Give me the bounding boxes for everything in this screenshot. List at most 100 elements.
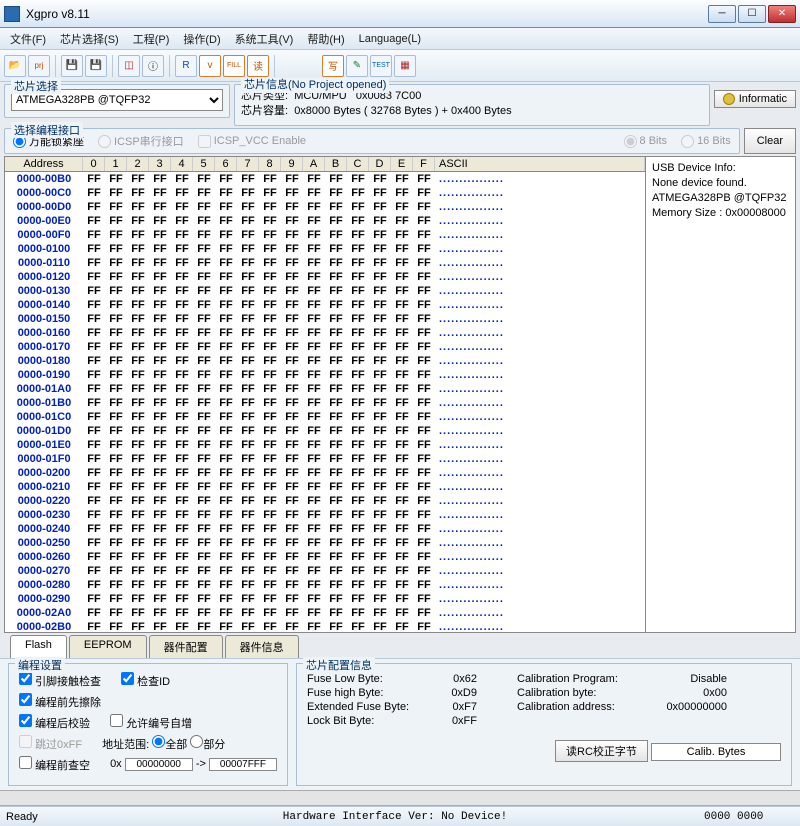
radio-all[interactable]: 全部	[152, 739, 187, 751]
write-icon[interactable]: 写	[322, 55, 344, 77]
tabs: Flash EEPROM 器件配置 器件信息	[0, 635, 800, 658]
status-ready: Ready	[6, 811, 86, 823]
calib-box: Calib. Bytes	[651, 743, 781, 761]
information-button[interactable]: Informatic	[714, 90, 796, 108]
hex-row[interactable]: 0000-0280FFFFFFFFFFFFFFFFFFFFFFFFFFFFFFF…	[5, 578, 645, 592]
hex-row[interactable]: 0000-0130FFFFFFFFFFFFFFFFFFFFFFFFFFFFFFF…	[5, 284, 645, 298]
menu-language[interactable]: Language(L)	[355, 31, 425, 47]
menu-file[interactable]: 文件(F)	[6, 29, 50, 49]
read-icon[interactable]: R	[175, 55, 197, 77]
hex-row[interactable]: 0000-0100FFFFFFFFFFFFFFFFFFFFFFFFFFFFFFF…	[5, 242, 645, 256]
hex-row[interactable]: 0000-0200FFFFFFFFFFFFFFFFFFFFFFFFFFFFFFF…	[5, 466, 645, 480]
chip-info-group: 芯片信息(No Project opened) 芯片类型: MCU/MPU 0x…	[234, 84, 710, 126]
check-erase[interactable]: 编程前先擦除	[19, 693, 101, 710]
hex-row[interactable]: 0000-0240FFFFFFFFFFFFFFFFFFFFFFFFFFFFFFF…	[5, 522, 645, 536]
hex-row[interactable]: 0000-02A0FFFFFFFFFFFFFFFFFFFFFFFFFFFFFFF…	[5, 606, 645, 620]
check-id[interactable]: 检查ID	[121, 672, 170, 689]
hex-row[interactable]: 0000-0250FFFFFFFFFFFFFFFFFFFFFFFFFFFFFFF…	[5, 536, 645, 550]
radio-part[interactable]: 部分	[190, 739, 225, 751]
check-icon[interactable]: ✎	[346, 55, 368, 77]
check-autoincr[interactable]: 允许编号自增	[110, 714, 192, 731]
menubar: 文件(F) 芯片选择(S) 工程(P) 操作(D) 系统工具(V) 帮助(H) …	[0, 28, 800, 50]
window-title: Xgpro v8.11	[26, 7, 708, 21]
hex-row[interactable]: 0000-0270FFFFFFFFFFFFFFFFFFFFFFFFFFFFFFF…	[5, 564, 645, 578]
hex-row[interactable]: 0000-00D0FFFFFFFFFFFFFFFFFFFFFFFFFFFFFFF…	[5, 200, 645, 214]
hex-row[interactable]: 0000-0120FFFFFFFFFFFFFFFFFFFFFFFFFFFFFFF…	[5, 270, 645, 284]
hex-row[interactable]: 0000-0220FFFFFFFFFFFFFFFFFFFFFFFFFFFFFFF…	[5, 494, 645, 508]
prj-icon[interactable]: prj	[28, 55, 50, 77]
hex-row[interactable]: 0000-0210FFFFFFFFFFFFFFFFFFFFFFFFFFFFFFF…	[5, 480, 645, 494]
info-icon[interactable]: ⓘ	[142, 55, 164, 77]
hex-row[interactable]: 0000-01D0FFFFFFFFFFFFFFFFFFFFFFFFFFFFFFF…	[5, 424, 645, 438]
titlebar: Xgpro v8.11 ─ ☐ ✕	[0, 0, 800, 28]
save2-icon[interactable]: 💾	[85, 55, 107, 77]
status-right: 0000 0000	[704, 811, 794, 823]
device-info-panel: USB Device Info: None device found. ATME…	[646, 156, 796, 633]
maximize-button[interactable]: ☐	[738, 5, 766, 23]
radio-icsp: ICSP串行接口	[98, 133, 184, 149]
erase-icon[interactable]: ▦	[394, 55, 416, 77]
program-settings-group: 编程设置 引脚接触检查 检查ID 编程前先擦除 编程后校验 允许编号自增 跳过0…	[8, 663, 288, 786]
check-pin[interactable]: 引脚接触检查	[19, 672, 101, 689]
read-calib-button[interactable]: 读RC校正字节	[555, 740, 648, 762]
hex-row[interactable]: 0000-00B0FFFFFFFFFFFFFFFFFFFFFFFFFFFFFFF…	[5, 172, 645, 186]
hex-row[interactable]: 0000-00F0FFFFFFFFFFFFFFFFFFFFFFFFFFFFFFF…	[5, 228, 645, 242]
hex-row[interactable]: 0000-0170FFFFFFFFFFFFFFFFFFFFFFFFFFFFFFF…	[5, 340, 645, 354]
check-skipff: 跳过0xFF	[19, 735, 82, 752]
radio-8bits: 8 Bits	[624, 135, 668, 148]
hex-row[interactable]: 0000-0110FFFFFFFFFFFFFFFFFFFFFFFFFFFFFFF…	[5, 256, 645, 270]
hex-row[interactable]: 0000-01B0FFFFFFFFFFFFFFFFFFFFFFFFFFFFFFF…	[5, 396, 645, 410]
hex-header: Address 0123456789ABCDEF ASCII	[5, 157, 645, 172]
menu-help[interactable]: 帮助(H)	[303, 29, 348, 49]
hex-row[interactable]: 0000-0260FFFFFFFFFFFFFFFFFFFFFFFFFFFFFFF…	[5, 550, 645, 564]
tab-flash[interactable]: Flash	[10, 635, 67, 658]
hex-row[interactable]: 0000-00C0FFFFFFFFFFFFFFFFFFFFFFFFFFFFFFF…	[5, 186, 645, 200]
chip-icon[interactable]: ◫	[118, 55, 140, 77]
test-icon[interactable]: TEST	[370, 55, 392, 77]
hex-row[interactable]: 0000-0150FFFFFFFFFFFFFFFFFFFFFFFFFFFFFFF…	[5, 312, 645, 326]
status-hardware: Hardware Interface Ver: No Device!	[86, 811, 704, 823]
radio-16bits: 16 Bits	[681, 135, 731, 148]
chip-config-group: 芯片配置信息 Fuse Low Byte:0x62 Fuse high Byte…	[296, 663, 792, 786]
interface-group: 选择编程接口 万能锁紧座 ICSP串行接口 ICSP_VCC Enable 8 …	[4, 128, 740, 154]
clear-button[interactable]: Clear	[744, 128, 796, 154]
menu-tools[interactable]: 系统工具(V)	[231, 29, 298, 49]
toolbar: 📂 prj 💾 💾 ◫ ⓘ R v FILL 读 写 ✎ TEST ▦	[0, 50, 800, 82]
addr-from[interactable]	[125, 758, 193, 771]
hex-row[interactable]: 0000-0190FFFFFFFFFFFFFFFFFFFFFFFFFFFFFFF…	[5, 368, 645, 382]
hex-row[interactable]: 0000-01E0FFFFFFFFFFFFFFFFFFFFFFFFFFFFFFF…	[5, 438, 645, 452]
hex-row[interactable]: 0000-01A0FFFFFFFFFFFFFFFFFFFFFFFFFFFFFFF…	[5, 382, 645, 396]
tab-info[interactable]: 器件信息	[225, 635, 299, 658]
app-icon	[4, 6, 20, 22]
hex-row[interactable]: 0000-0230FFFFFFFFFFFFFFFFFFFFFFFFFFFFFFF…	[5, 508, 645, 522]
hex-row[interactable]: 0000-0160FFFFFFFFFFFFFFFFFFFFFFFFFFFFFFF…	[5, 326, 645, 340]
verify-icon[interactable]: v	[199, 55, 221, 77]
hex-icon[interactable]: 读	[247, 55, 269, 77]
addr-to[interactable]	[209, 758, 277, 771]
hex-row[interactable]: 0000-00E0FFFFFFFFFFFFFFFFFFFFFFFFFFFFFFF…	[5, 214, 645, 228]
tab-config[interactable]: 器件配置	[149, 635, 223, 658]
hex-row[interactable]: 0000-01F0FFFFFFFFFFFFFFFFFFFFFFFFFFFFFFF…	[5, 452, 645, 466]
hex-editor[interactable]: Address 0123456789ABCDEF ASCII 0000-00B0…	[4, 156, 646, 633]
close-button[interactable]: ✕	[768, 5, 796, 23]
interface-legend: 选择编程接口	[11, 122, 83, 138]
check-blank[interactable]: 编程前查空	[19, 756, 90, 773]
chip-select-group: 芯片选择 ATMEGA328PB @TQFP32	[4, 84, 230, 118]
hex-row[interactable]: 0000-02B0FFFFFFFFFFFFFFFFFFFFFFFFFFFFFFF…	[5, 620, 645, 632]
horizontal-scrollbar[interactable]	[0, 790, 800, 806]
hex-row[interactable]: 0000-0140FFFFFFFFFFFFFFFFFFFFFFFFFFFFFFF…	[5, 298, 645, 312]
hex-row[interactable]: 0000-0290FFFFFFFFFFFFFFFFFFFFFFFFFFFFFFF…	[5, 592, 645, 606]
chip-select-legend: 芯片选择	[11, 78, 61, 94]
tab-eeprom[interactable]: EEPROM	[69, 635, 147, 658]
hex-body[interactable]: 0000-00B0FFFFFFFFFFFFFFFFFFFFFFFFFFFFFFF…	[5, 172, 645, 632]
menu-operate[interactable]: 操作(D)	[179, 29, 224, 49]
fill-icon[interactable]: FILL	[223, 55, 245, 77]
hex-row[interactable]: 0000-0180FFFFFFFFFFFFFFFFFFFFFFFFFFFFFFF…	[5, 354, 645, 368]
hex-row[interactable]: 0000-01C0FFFFFFFFFFFFFFFFFFFFFFFFFFFFFFF…	[5, 410, 645, 424]
menu-chip[interactable]: 芯片选择(S)	[56, 29, 123, 49]
minimize-button[interactable]: ─	[708, 5, 736, 23]
check-verify[interactable]: 编程后校验	[19, 714, 90, 731]
save-icon[interactable]: 💾	[61, 55, 83, 77]
open-icon[interactable]: 📂	[4, 55, 26, 77]
menu-project[interactable]: 工程(P)	[129, 29, 174, 49]
